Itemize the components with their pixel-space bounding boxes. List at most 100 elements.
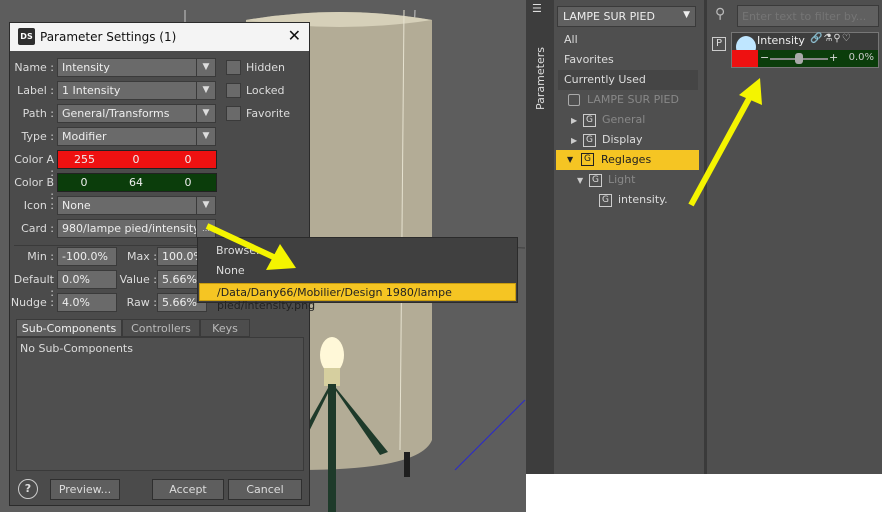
parameter-option-icons[interactable]: 🔗⚗⚲♡	[810, 33, 852, 44]
node-tree-column: LAMPE SUR PIED ▼ All Favorites Currently…	[554, 0, 704, 474]
color-a-r: 255	[74, 153, 95, 166]
sub-components-list: No Sub-Components	[16, 337, 304, 471]
group-icon: G	[583, 114, 596, 127]
locked-label: Locked	[246, 84, 285, 97]
column-splitter[interactable]	[704, 0, 707, 474]
color-b-b: 0	[184, 176, 192, 189]
parameter-name: Intensity	[757, 34, 805, 47]
node-select[interactable]: LAMPE SUR PIED ▼	[557, 6, 696, 27]
tree-item-general[interactable]: General	[602, 113, 645, 126]
menu-item-none[interactable]: None	[216, 264, 245, 277]
name-label: Name :	[14, 61, 54, 74]
pin-badge[interactable]: P	[712, 37, 726, 51]
chevron-down-icon[interactable]: ▼	[196, 196, 216, 215]
search-icon: ⚲	[715, 6, 726, 22]
tab-keys[interactable]: Keys	[200, 319, 250, 337]
tree-root[interactable]: LAMPE SUR PIED	[587, 93, 679, 106]
close-icon[interactable]: ✕	[288, 26, 301, 45]
dialog-title: Parameter Settings (1)	[40, 30, 177, 44]
min-label: Min :	[27, 250, 54, 263]
path-label: Path :	[22, 107, 54, 120]
favorite-checkbox[interactable]	[226, 106, 241, 121]
label-field[interactable]: 1 Intensity	[57, 81, 197, 100]
nudge-label: Nudge :	[10, 296, 54, 309]
cancel-button[interactable]: Cancel	[228, 479, 302, 500]
list-item-all[interactable]: All	[558, 30, 698, 50]
help-icon[interactable]: ?	[18, 479, 38, 499]
parameter-value: 0.0%	[848, 52, 874, 63]
label-label: Label :	[17, 84, 54, 97]
panel-menu-icon[interactable]: ☰	[532, 2, 548, 18]
default-field[interactable]: 0.0%	[57, 270, 117, 289]
tree-item-intensity[interactable]: intensity.	[618, 193, 668, 206]
left-screenshot: DS Parameter Settings (1) ✕ Name : Inten…	[0, 0, 526, 512]
preview-button[interactable]: Preview...	[50, 479, 120, 500]
slider-plus[interactable]: +	[829, 51, 838, 64]
list-item-currently-used[interactable]: Currently Used	[558, 70, 698, 90]
group-icon: G	[599, 194, 612, 207]
slider-fill	[732, 50, 758, 67]
type-label: Type :	[21, 130, 54, 143]
right-screenshot: ☰ Parameters LAMPE SUR PIED ▼ All Favori…	[526, 0, 882, 512]
chevron-down-icon[interactable]: ▼	[196, 127, 216, 146]
color-a-swatch[interactable]: 255 0 0	[57, 150, 217, 169]
locked-checkbox[interactable]	[226, 83, 241, 98]
color-b-g: 64	[129, 176, 143, 189]
menu-item-path[interactable]: /Data/Dany66/Mobilier/Design 1980/lampe …	[199, 283, 516, 312]
path-field[interactable]: General/Transforms	[57, 104, 197, 123]
tree-item-reglages: Reglages	[601, 153, 652, 166]
icon-field[interactable]: None	[57, 196, 197, 215]
card-field[interactable]: 980/lampe pied/intensity.png	[57, 219, 197, 238]
cube-icon	[568, 94, 580, 106]
menu-item-browse[interactable]: Browse...	[216, 244, 267, 257]
sub-components-empty-text: No Sub-Components	[20, 342, 133, 355]
filter-input[interactable]	[737, 5, 879, 27]
collapse-icon[interactable]: ▼	[577, 176, 583, 185]
parameter-slider[interactable]: − + 0.0%	[732, 50, 878, 67]
expand-icon[interactable]: ▶	[571, 116, 577, 125]
type-field[interactable]: Modifier	[57, 127, 197, 146]
expand-icon[interactable]: ▶	[571, 136, 577, 145]
hidden-label: Hidden	[246, 61, 286, 74]
group-icon: G	[583, 134, 596, 147]
chevron-down-icon[interactable]: ▼	[196, 58, 216, 77]
raw-label: Raw :	[126, 296, 157, 309]
browse-icon[interactable]: …	[196, 219, 216, 238]
card-label: Card :	[21, 222, 54, 235]
group-icon: G	[581, 153, 594, 166]
chevron-down-icon[interactable]: ▼	[196, 104, 216, 123]
accept-button[interactable]: Accept	[152, 479, 224, 500]
tree-item-reglages-row[interactable]: ▼ G Reglages	[556, 150, 699, 170]
slider-knob[interactable]	[795, 53, 803, 64]
parameters-panel: ☰ Parameters LAMPE SUR PIED ▼ All Favori…	[526, 0, 882, 474]
parameter-list-column: ⚲ P Intensity 🔗⚗⚲♡ − + 0.0%	[707, 0, 882, 474]
chevron-down-icon[interactable]: ▼	[196, 81, 216, 100]
slider-minus[interactable]: −	[760, 51, 769, 64]
list-item-favorites[interactable]: Favorites	[558, 50, 698, 70]
max-label: Max :	[127, 250, 157, 263]
nudge-field[interactable]: 4.0%	[57, 293, 117, 312]
intensity-parameter[interactable]: Intensity 🔗⚗⚲♡ − + 0.0%	[731, 32, 879, 68]
color-a-g: 0	[132, 153, 140, 166]
parameters-side-tab[interactable]: ☰ Parameters	[526, 0, 554, 474]
tree-item-light[interactable]: Light	[608, 173, 635, 186]
collapse-icon[interactable]: ▼	[567, 155, 573, 164]
daz-logo-icon: DS	[18, 28, 35, 45]
parameters-tab-label: Parameters	[534, 47, 547, 110]
tree-item-display[interactable]: Display	[602, 133, 643, 146]
chevron-down-icon: ▼	[683, 10, 690, 20]
min-field[interactable]: -100.0%	[57, 247, 117, 266]
tab-sub-components[interactable]: Sub-Components	[16, 319, 122, 337]
name-field[interactable]: Intensity	[57, 58, 197, 77]
color-b-r: 0	[80, 176, 88, 189]
value-label: Value :	[119, 273, 157, 286]
color-b-swatch[interactable]: 0 64 0	[57, 173, 217, 192]
icon-label: Icon :	[23, 199, 54, 212]
node-select-value: LAMPE SUR PIED	[563, 10, 655, 23]
dialog-titlebar: DS Parameter Settings (1) ✕	[10, 23, 309, 51]
card-popup-menu: Browse... None /Data/Dany66/Mobilier/Des…	[197, 237, 518, 312]
color-a-b: 0	[184, 153, 192, 166]
tab-controllers[interactable]: Controllers	[122, 319, 200, 337]
hidden-checkbox[interactable]	[226, 60, 241, 75]
favorite-label: Favorite	[246, 107, 290, 120]
